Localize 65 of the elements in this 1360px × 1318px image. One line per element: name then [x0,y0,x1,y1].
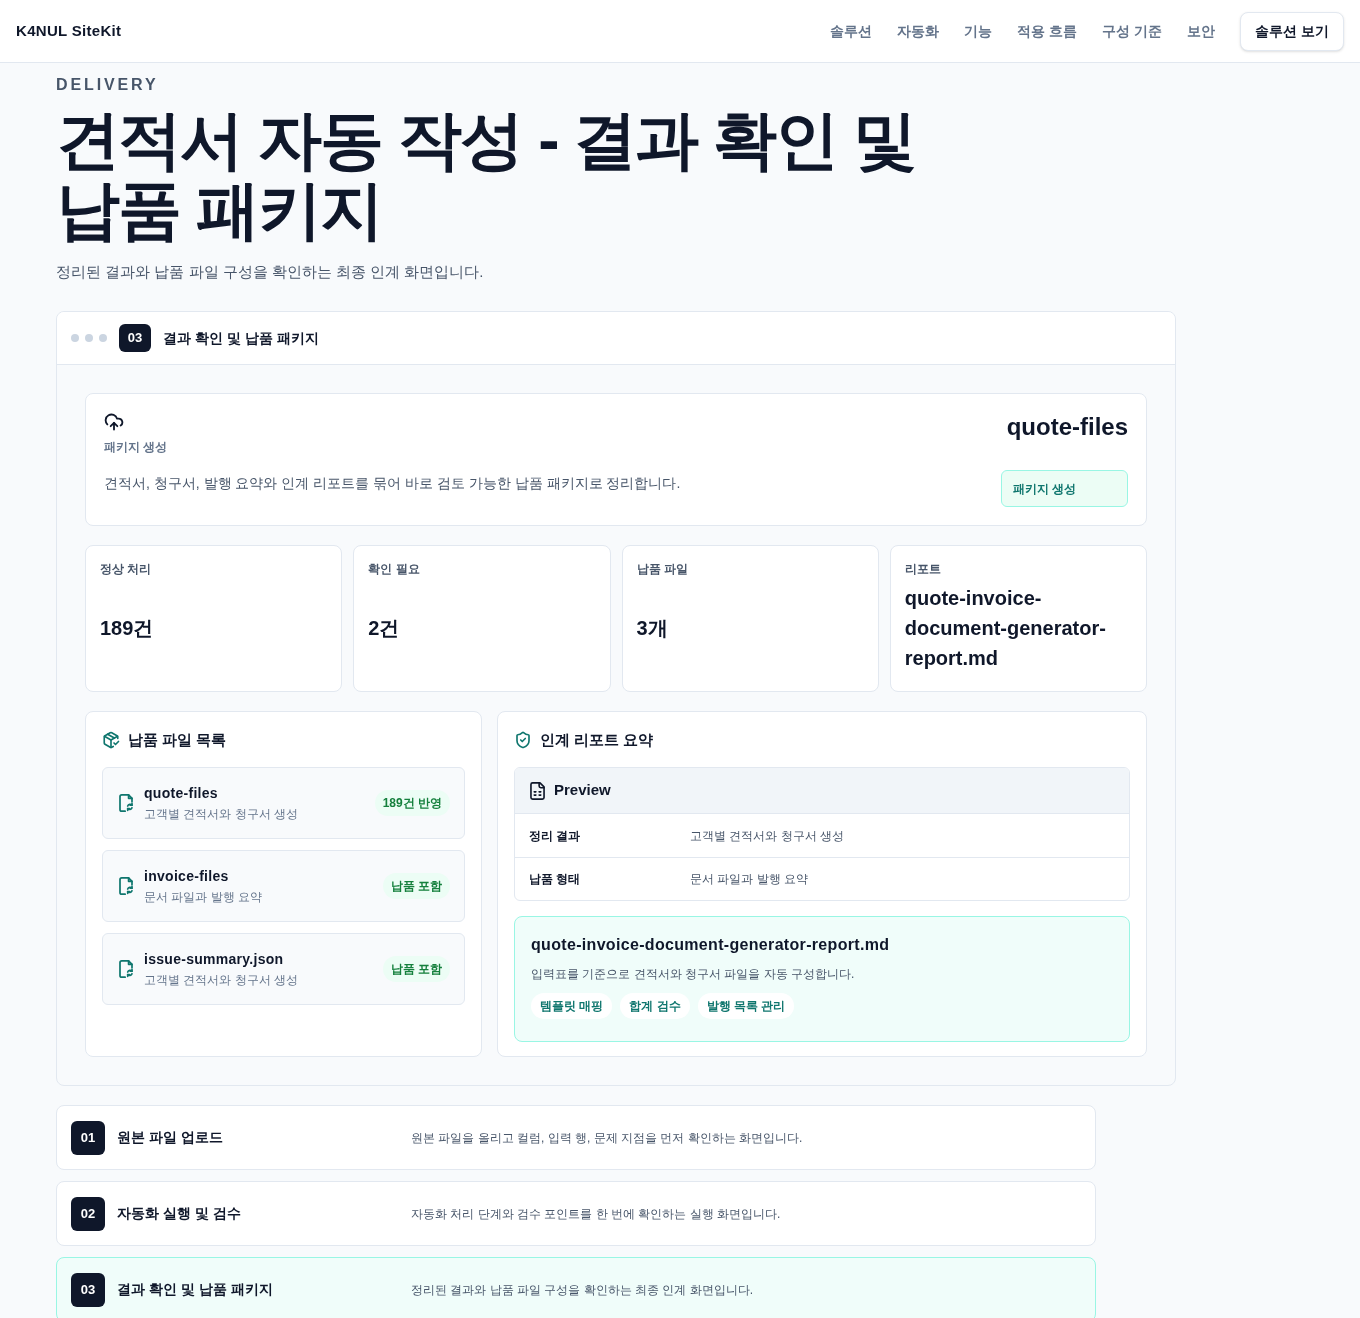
stat-value: quote-invoice-document-generator-report.md [904,586,1107,671]
package-name: quote-files [1006,412,1128,442]
report-description: 입력표를 기준으로 견적서와 청구서 파일을 자동 구성합니다. [531,966,856,983]
step-title: 결과 확인 및 납품 패키지 [117,1280,274,1299]
file-sync-icon [118,794,134,812]
create-package-button[interactable]: 패키지 생성 [1001,470,1128,507]
nav-link[interactable]: 보안 [1187,20,1216,42]
preview-key: 납품 형태 [529,870,690,888]
nav-link[interactable]: 적용 흐름 [1017,20,1078,42]
file-sync-icon [118,877,134,895]
file-description: 고객별 견적서와 청구서 생성 [144,806,299,823]
page-title: 견적서 자동 작성 - 결과 확인 및 납품 패키지 [56,105,917,245]
stat-value: 3개 [636,616,668,641]
file-status-tag: 납품 포함 [382,956,450,982]
preview-value: 문서 파일과 발행 요약 [690,871,808,888]
step-title: 자동화 실행 및 검수 [117,1204,242,1223]
nav-link[interactable]: 솔루션 [830,20,873,42]
stat-label: 납품 파일 [636,561,689,577]
page-subtitle: 정리된 결과와 납품 파일 구성을 확인하는 최종 인계 화면입니다. [56,262,485,282]
step-row[interactable]: 01 원본 파일 업로드 원본 파일을 올리고 컬럼, 입력 행, 문제 지점을 먼저 확인하는 화면입니다. [56,1105,1096,1170]
file-status-tag: 납품 포함 [382,873,450,899]
view-solutions-button[interactable]: 솔루션 보기 [1240,11,1344,51]
stat-label: 확인 필요 [368,561,421,577]
nav-link[interactable]: 구성 기준 [1102,20,1163,42]
step-row[interactable]: 02 자동화 실행 및 검수 자동화 처리 단계와 검수 포인트를 한 번에 확인하는 실행 화면입니다. [56,1181,1096,1246]
package-check-icon [102,731,120,749]
file-description: 고객별 견적서와 청구서 생성 [144,972,299,989]
step-description: 정리된 결과와 납품 파일 구성을 확인하는 최종 인계 화면입니다. [411,1281,753,1299]
step-title: 원본 파일 업로드 [117,1128,224,1147]
preview-key: 정리 결과 [529,826,690,845]
cloud-upload-icon [104,412,124,432]
file-status-tag: 189건 반영 [374,790,450,816]
file-description: 문서 파일과 발행 요약 [144,889,263,906]
feature-tag: 합계 검수 [620,993,690,1019]
report-summary-title: 인계 리포트 요약 [540,729,654,750]
step-description: 원본 파일을 올리고 컬럼, 입력 행, 문제 지점을 먼저 확인하는 화면입니다. [411,1129,803,1147]
step-number: 03 [71,1272,105,1307]
nav-link[interactable]: 기능 [964,20,993,42]
nav-link[interactable]: 자동화 [897,20,940,42]
step-description: 자동화 처리 단계와 검수 포인트를 한 번에 확인하는 실행 화면입니다. [411,1205,781,1223]
section-eyebrow: DELIVERY [56,75,160,95]
file-sync-icon [118,960,134,978]
feature-tag: 템플릿 매핑 [531,993,613,1019]
preview-value: 고객별 견적서와 청구서 생성 [690,827,844,845]
package-description: 견적서, 청구서, 발행 요약와 인계 리포트를 묶어 바로 검토 가능한 납품 패키지로 정리합니다. [104,474,681,493]
file-name: issue-summary.json [144,950,285,969]
file-name: invoice-files [144,867,230,886]
shield-check-icon [514,731,532,749]
panel-title: 결과 확인 및 납품 패키지 [163,328,319,348]
preview-title: Preview [554,780,611,801]
feature-tag: 발행 목록 관리 [697,993,795,1019]
package-label: 패키지 생성 [104,439,169,456]
step-number: 03 [119,324,151,352]
stat-value: 189건 [100,616,154,641]
site-logo[interactable]: K4NUL SiteKit [16,19,122,43]
file-list-title: 납품 파일 목록 [128,729,227,750]
spreadsheet-file-icon [530,781,545,800]
step-number: 01 [71,1120,105,1155]
report-filename: quote-invoice-document-generator-report.md [531,935,891,955]
stat-label: 정상 처리 [100,561,153,577]
file-name: quote-files [144,784,219,803]
step-number: 02 [71,1196,105,1231]
stat-value: 2건 [368,616,400,641]
stat-label: 리포트 [904,561,942,577]
step-row[interactable]: 03 결과 확인 및 납품 패키지 정리된 결과와 납품 파일 구성을 확인하는 최종 인계 화면입니다. [56,1257,1096,1318]
